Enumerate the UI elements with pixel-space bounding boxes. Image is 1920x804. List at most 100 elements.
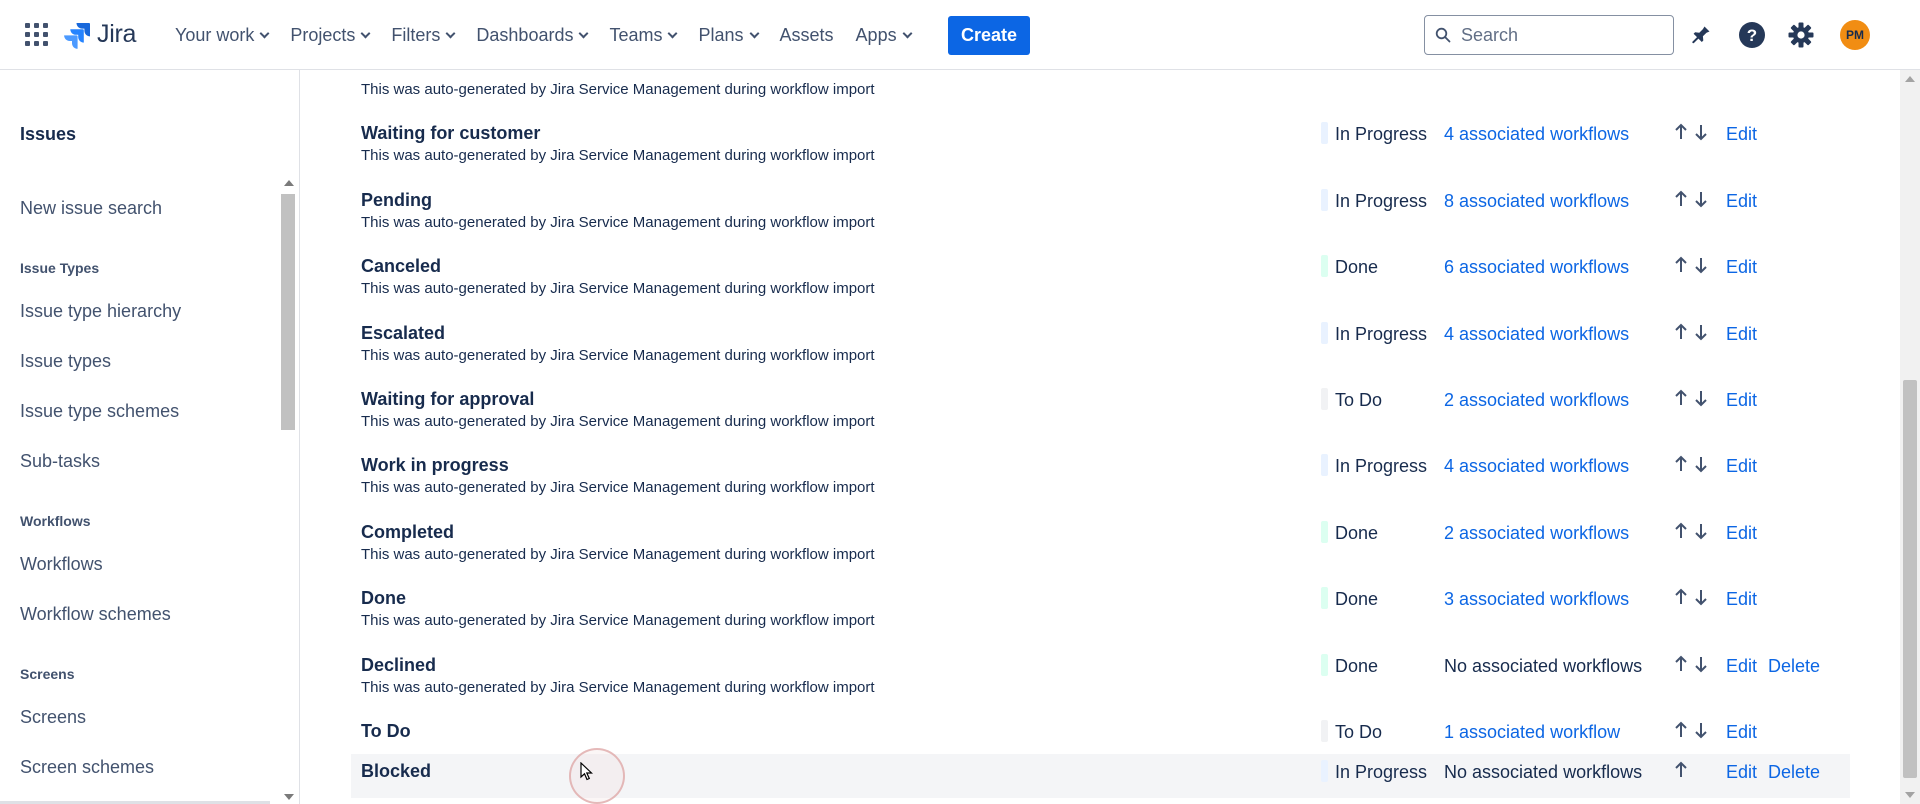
page-scrollbar[interactable]: [1900, 70, 1920, 804]
associated-workflows-link[interactable]: 1 associated workflow: [1444, 722, 1620, 743]
admin-sidebar: Issues New issue search Issue Types Issu…: [0, 70, 300, 804]
app-switcher-icon[interactable]: [25, 23, 49, 47]
move-up-arrow-icon[interactable]: [1673, 388, 1689, 408]
category-color-bar: [1321, 454, 1328, 476]
nav-item-filters[interactable]: Filters: [380, 25, 465, 46]
edit-link[interactable]: Edit: [1726, 722, 1757, 743]
jira-logo-text: Jira: [97, 20, 137, 48]
search-icon: [1435, 27, 1451, 43]
nav-item-teams[interactable]: Teams: [598, 25, 687, 46]
sidebar-scrollbar[interactable]: [280, 176, 296, 804]
move-down-arrow-icon[interactable]: [1693, 521, 1709, 541]
chevron-down-icon: [668, 28, 678, 38]
nav-item-plans[interactable]: Plans: [687, 25, 768, 46]
delete-link[interactable]: Delete: [1768, 656, 1820, 677]
move-up-arrow-icon[interactable]: [1673, 521, 1689, 541]
move-down-arrow-icon[interactable]: [1693, 388, 1709, 408]
chevron-down-icon: [749, 28, 759, 38]
scroll-up-arrow-icon[interactable]: [284, 180, 294, 186]
status-category: Done: [1335, 656, 1379, 676]
move-up-arrow-icon[interactable]: [1673, 454, 1689, 474]
edit-link[interactable]: Edit: [1726, 589, 1757, 610]
move-up-arrow-icon[interactable]: [1673, 720, 1689, 740]
page-scroll-thumb[interactable]: [1903, 380, 1917, 778]
move-down-arrow-icon[interactable]: [1693, 454, 1709, 474]
delete-link[interactable]: Delete: [1768, 762, 1820, 783]
move-up-arrow-icon[interactable]: [1673, 322, 1689, 342]
sidebar-scroll-thumb[interactable]: [281, 194, 295, 430]
edit-link[interactable]: Edit: [1726, 762, 1757, 783]
associated-workflows-link[interactable]: 3 associated workflows: [1444, 589, 1629, 610]
notifications-icon[interactable]: [1686, 20, 1716, 50]
associated-workflows-link[interactable]: 6 associated workflows: [1444, 257, 1629, 278]
associated-workflows-link[interactable]: 2 associated workflows: [1444, 390, 1629, 411]
status-description: This was auto-generated by Jira Service …: [361, 612, 875, 629]
nav-item-assets[interactable]: Assets: [769, 25, 845, 46]
table-row: Waiting for customer This was auto-genera…: [351, 116, 1850, 182]
table-row: Done This was auto-generated by Jira Serv…: [351, 581, 1850, 647]
move-up-arrow-icon[interactable]: [1673, 255, 1689, 275]
edit-link[interactable]: Edit: [1726, 124, 1757, 145]
move-up-arrow-icon[interactable]: [1673, 654, 1689, 674]
associated-workflows-link: No associated workflows: [1444, 762, 1643, 782]
edit-link[interactable]: Edit: [1726, 523, 1757, 544]
move-down-arrow-icon[interactable]: [1693, 720, 1709, 740]
associated-workflows-link[interactable]: 4 associated workflows: [1444, 456, 1629, 477]
svg-text:?: ?: [1747, 26, 1757, 45]
sidebar-item-workflow-schemes[interactable]: Workflow schemes: [20, 604, 171, 625]
move-up-arrow-icon[interactable]: [1673, 760, 1689, 780]
nav-item-dashboards[interactable]: Dashboards: [465, 25, 598, 46]
edit-link[interactable]: Edit: [1726, 324, 1757, 345]
nav-item-projects[interactable]: Projects: [279, 25, 380, 46]
associated-workflows-link[interactable]: 8 associated workflows: [1444, 191, 1629, 212]
edit-link[interactable]: Edit: [1726, 656, 1757, 677]
nav-item-apps[interactable]: Apps: [845, 25, 922, 46]
table-row: Completed This was auto-generated by Jira…: [351, 515, 1850, 581]
sidebar-item-sub-tasks[interactable]: Sub-tasks: [20, 451, 100, 472]
sidebar-item-new-issue-search[interactable]: New issue search: [20, 198, 162, 219]
create-button[interactable]: Create: [948, 16, 1030, 55]
table-row: Canceled This was auto-generated by Jira …: [351, 249, 1850, 315]
status-name: Work in progress: [361, 455, 509, 475]
sidebar-item-screens[interactable]: Screens: [20, 707, 86, 728]
status-description: This was auto-generated by Jira Service …: [361, 280, 875, 297]
sidebar-section-screens: Screens: [20, 666, 75, 682]
user-avatar[interactable]: PM: [1840, 20, 1870, 50]
associated-workflows-link[interactable]: 4 associated workflows: [1444, 324, 1629, 345]
move-down-arrow-icon[interactable]: [1693, 189, 1709, 209]
jira-logo[interactable]: Jira: [63, 20, 136, 49]
move-up-arrow-icon[interactable]: [1673, 189, 1689, 209]
table-row-partial: This was auto-generated by Jira Service …: [351, 70, 1850, 116]
move-up-arrow-icon[interactable]: [1673, 122, 1689, 142]
scroll-down-arrow-icon[interactable]: [284, 794, 294, 800]
status-name: To Do: [361, 721, 411, 741]
scroll-down-arrow-icon[interactable]: [1905, 792, 1915, 798]
statuses-table: This was auto-generated by Jira Service …: [301, 70, 1900, 804]
move-down-arrow-icon[interactable]: [1693, 587, 1709, 607]
move-down-arrow-icon[interactable]: [1693, 654, 1709, 674]
edit-link[interactable]: Edit: [1726, 257, 1757, 278]
nav-item-your-work[interactable]: Your work: [164, 25, 279, 46]
move-down-arrow-icon[interactable]: [1693, 122, 1709, 142]
associated-workflows-link[interactable]: 2 associated workflows: [1444, 523, 1629, 544]
edit-link[interactable]: Edit: [1726, 390, 1757, 411]
chevron-down-icon: [445, 28, 456, 38]
settings-icon[interactable]: [1786, 20, 1816, 50]
edit-link[interactable]: Edit: [1726, 456, 1757, 477]
sidebar-item-screen-schemes[interactable]: Screen schemes: [20, 757, 154, 778]
move-up-arrow-icon[interactable]: [1673, 587, 1689, 607]
sidebar-item-issue-type-hierarchy[interactable]: Issue type hierarchy: [20, 301, 181, 322]
help-icon[interactable]: ?: [1737, 20, 1767, 50]
search-input[interactable]: [1461, 24, 1651, 46]
search-field[interactable]: [1424, 15, 1674, 55]
move-down-arrow-icon[interactable]: [1693, 322, 1709, 342]
associated-workflows-link[interactable]: 4 associated workflows: [1444, 124, 1629, 145]
sidebar-item-workflows[interactable]: Workflows: [20, 554, 103, 575]
scroll-up-arrow-icon[interactable]: [1905, 76, 1915, 82]
status-description: This was auto-generated by Jira Service …: [361, 347, 875, 364]
edit-link[interactable]: Edit: [1726, 191, 1757, 212]
move-down-arrow-icon[interactable]: [1693, 255, 1709, 275]
sidebar-item-issue-types[interactable]: Issue types: [20, 351, 111, 372]
sidebar-item-issue-type-schemes[interactable]: Issue type schemes: [20, 401, 179, 422]
table-row: Declined This was auto-generated by Jira …: [351, 648, 1850, 714]
